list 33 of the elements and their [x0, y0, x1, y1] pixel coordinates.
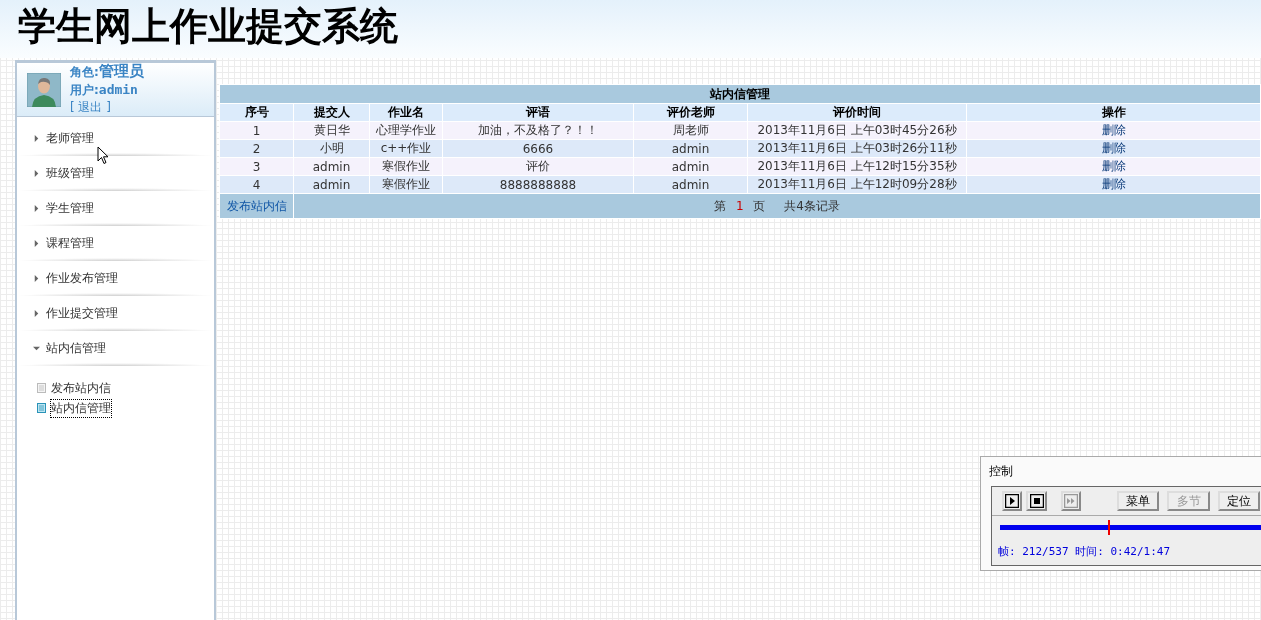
site-title: 学生网上作业提交系统: [18, 7, 398, 45]
delete-link[interactable]: 删除: [1101, 141, 1126, 155]
caret-right-icon: [33, 170, 40, 177]
caret-right-icon: [33, 205, 40, 212]
table-title: 站内信管理: [219, 84, 1261, 104]
role-label: 角色:: [70, 65, 99, 79]
submenu-link[interactable]: 发布站内信: [51, 379, 111, 397]
caret-down-icon: [33, 345, 40, 352]
player-title: 控制: [988, 463, 1014, 480]
delete-link[interactable]: 删除: [1101, 123, 1126, 137]
stop-button[interactable]: [1026, 491, 1047, 511]
submenu-link[interactable]: 站内信管理: [51, 399, 111, 417]
frame-status: 帧: 212/537 时间: 0:42/1:47: [997, 544, 1172, 559]
page-suffix: 页: [753, 198, 766, 213]
mouse-pointer-icon: [97, 146, 109, 165]
user-label: 用户:: [70, 83, 99, 97]
caret-right-icon: [33, 240, 40, 247]
avatar-icon: [27, 72, 61, 107]
progress-marker[interactable]: [1108, 520, 1110, 535]
player-button[interactable]: 定位: [1217, 491, 1260, 511]
caret-right-icon: [33, 275, 40, 282]
page-number: 1: [735, 198, 744, 213]
logout-link[interactable]: [ 退出 ]: [70, 99, 144, 116]
delete-link[interactable]: 删除: [1101, 177, 1126, 191]
player-button[interactable]: 菜单: [1117, 491, 1160, 511]
record-count: 共4条记录: [784, 198, 840, 213]
user-value: admin: [98, 82, 138, 97]
caret-right-icon: [33, 310, 40, 317]
caret-right-icon: [33, 135, 40, 142]
page-label: 第: [714, 198, 727, 213]
delete-link[interactable]: 删除: [1101, 159, 1126, 173]
role-value: 管理员: [98, 62, 144, 80]
play-button[interactable]: [1002, 491, 1023, 511]
